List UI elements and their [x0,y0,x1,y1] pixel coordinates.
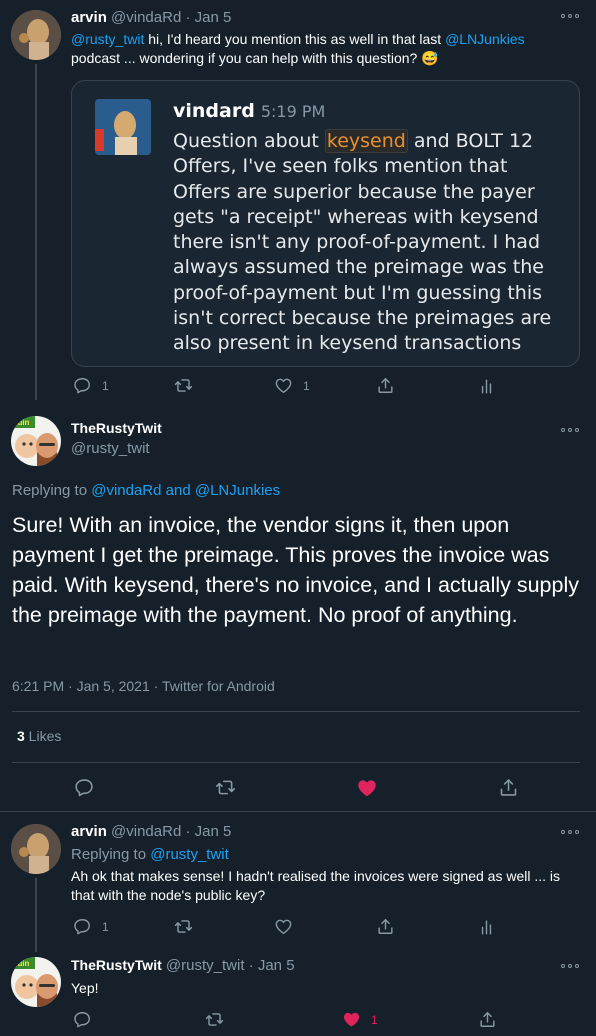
divider [12,762,580,763]
share-icon [498,777,519,798]
thread-line [35,64,37,400]
handle[interactable]: @vindaRd [111,9,181,26]
tweet-date[interactable]: Jan 5 [258,957,295,974]
retweet-icon [174,376,193,395]
tweet-header: arvin @vindaRd · Jan 5 [71,9,232,26]
share-button[interactable] [478,1010,497,1029]
retweet-icon [215,777,236,798]
mention-link[interactable]: @vindaRd [91,482,161,499]
analytics-icon [477,377,496,396]
share-button[interactable] [498,777,519,798]
retweet-icon [174,917,193,936]
inline-code: keysend [324,129,408,153]
reply-icon [74,777,95,798]
avatar-arvin[interactable] [11,10,61,60]
slack-message-text: Question about keysend and BOLT 12 Offer… [173,129,552,355]
reply-button[interactable] [74,777,95,798]
author-handle[interactable]: @rusty_twit [71,440,150,457]
tweet-header: TheRustyTwit @rusty_twit · Jan 5 [71,957,295,974]
tweet-text: Ah ok that makes sense! I hadn't realise… [71,868,561,903]
tweet-header: arvin @vindaRd · Jan 5 [71,823,232,840]
share-icon [376,917,395,936]
mention-link[interactable]: @rusty_twit [150,846,229,863]
reply-icon [73,376,92,395]
mention-link[interactable]: @rusty_twit [71,31,144,47]
more-icon[interactable] [561,828,579,836]
more-icon[interactable] [561,426,579,434]
like-button[interactable] [274,917,293,936]
slack-avatar [95,99,151,155]
retweet-button[interactable] [174,917,193,936]
tweet-text: @rusty_twit hi, I'd heard you mention th… [71,31,525,66]
handle[interactable]: @vindaRd [111,823,181,840]
likes-count[interactable]: 3 Likes [17,728,61,744]
like-button[interactable]: 1 [342,1010,378,1029]
tweet-meta[interactable]: 6:21 PM · Jan 5, 2021 · Twitter for Andr… [12,678,275,694]
analytics-icon [477,918,496,937]
replying-to: Replying to @rusty_twit [71,846,229,863]
display-name[interactable]: arvin [71,9,107,26]
avatar-therustytwit[interactable]: Juin [11,416,61,466]
slack-time: 5:19 PM [260,102,326,121]
handle[interactable]: @rusty_twit [166,957,245,974]
analytics-button[interactable] [477,918,496,937]
like-icon [356,777,378,799]
reply-icon [73,1010,92,1029]
like-icon [342,1010,361,1029]
display-name[interactable]: arvin [71,823,107,840]
divider [0,811,596,812]
share-icon [478,1010,497,1029]
main-tweet-text: Sure! With an invoice, the vendor signs … [12,513,579,627]
divider [12,711,580,712]
like-button[interactable] [356,777,378,799]
retweet-button[interactable] [205,1010,224,1029]
tweet-text: Yep! [71,980,99,996]
slack-username: vindard [173,100,255,122]
svg-text:Juin: Juin [13,959,30,968]
svg-text:Juin: Juin [13,418,30,427]
like-button[interactable]: 1 [274,376,310,395]
share-button[interactable] [376,376,395,395]
retweet-icon [205,1010,224,1029]
like-icon [274,376,293,395]
share-button[interactable] [376,917,395,936]
author-name[interactable]: TheRustyTwit [71,420,162,438]
reply-button[interactable]: 1 [73,376,109,395]
more-icon[interactable] [561,962,579,970]
tweet-date[interactable]: Jan 5 [195,9,232,26]
replying-to: Replying to @vindaRd and @LNJunkies [12,482,281,499]
emoji: 😅 [421,50,439,66]
reply-button[interactable] [73,1010,92,1029]
analytics-button[interactable] [477,377,496,396]
retweet-button[interactable] [215,777,236,798]
attached-image[interactable]: vindard 5:19 PM Question about keysend an… [71,80,580,367]
like-icon [274,917,293,936]
display-name[interactable]: TheRustyTwit [71,957,162,973]
mention-link[interactable]: @LNJunkies [445,31,525,47]
avatar-arvin[interactable] [11,824,61,874]
mention-link[interactable]: @LNJunkies [195,482,280,499]
slack-message-header: vindard 5:19 PM [173,100,325,122]
reply-button[interactable]: 1 [73,917,109,936]
share-icon [376,376,395,395]
retweet-button[interactable] [174,376,193,395]
tweet-date[interactable]: Jan 5 [195,823,232,840]
thread-line [35,878,37,952]
avatar-therustytwit[interactable]: Juin [11,957,61,1007]
more-icon[interactable] [561,12,579,20]
reply-icon [73,917,92,936]
